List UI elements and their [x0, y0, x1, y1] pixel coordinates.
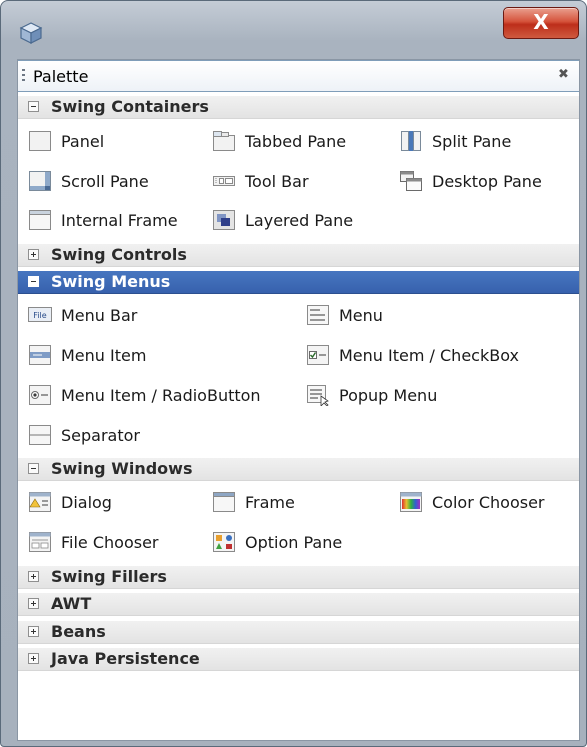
collapse-icon[interactable]	[28, 101, 39, 112]
desktop-pane-icon	[400, 171, 422, 191]
item-label: Option Pane	[245, 533, 343, 552]
menu-item-radio-icon	[29, 385, 51, 405]
item-label: Scroll Pane	[61, 172, 149, 191]
palette-panel: Palette ✖ Swing Containers Panel Tabbed …	[17, 59, 580, 741]
menu-icon	[307, 305, 329, 325]
item-label: Menu	[339, 306, 383, 325]
expand-icon[interactable]	[28, 598, 39, 609]
category-label: Swing Fillers	[51, 567, 167, 586]
drag-grip-icon[interactable]	[22, 69, 25, 83]
item-label: Desktop Pane	[432, 172, 542, 191]
category-label: AWT	[51, 594, 92, 613]
title-bar[interactable]: X	[1, 1, 586, 51]
category-swing-windows[interactable]: Swing Windows	[18, 458, 579, 481]
item-label: Color Chooser	[432, 493, 545, 512]
collapse-icon[interactable]	[28, 463, 39, 474]
item-label: Tool Bar	[245, 172, 309, 191]
popup-menu-icon	[307, 385, 329, 406]
category-label: Swing Windows	[51, 459, 193, 478]
tool-bar-icon	[213, 176, 235, 186]
category-swing-controls[interactable]: Swing Controls	[18, 244, 579, 267]
separator-icon	[29, 425, 51, 445]
item-label: Popup Menu	[339, 386, 438, 405]
item-label: Internal Frame	[61, 211, 178, 230]
item-label: Menu Item	[61, 346, 147, 365]
category-swing-menus[interactable]: Swing Menus	[18, 271, 579, 294]
scroll-pane-icon	[29, 171, 51, 191]
category-label: Swing Containers	[51, 97, 209, 116]
menu-item-icon	[29, 345, 51, 365]
category-label: Beans	[51, 622, 106, 641]
menu-item-checkbox-icon	[307, 345, 329, 365]
palette-window: X Palette ✖ Swing Containers Panel Tabbe…	[0, 0, 587, 747]
svg-text:File: File	[33, 311, 46, 320]
palette-header: Palette ✖	[18, 60, 579, 92]
item-label: Menu Item / CheckBox	[339, 346, 519, 365]
item-label: Dialog	[61, 493, 112, 512]
option-pane-icon	[213, 532, 235, 552]
layered-pane-icon	[213, 210, 235, 230]
item-label: Layered Pane	[245, 211, 354, 230]
category-label: Swing Controls	[51, 245, 187, 264]
category-awt[interactable]: AWT	[18, 593, 579, 616]
item-label: File Chooser	[61, 533, 159, 552]
category-label: Swing Menus	[51, 272, 171, 291]
item-label: Frame	[245, 493, 295, 512]
category-swing-containers[interactable]: Swing Containers	[18, 96, 579, 119]
item-label: Separator	[61, 426, 140, 445]
tabbed-pane-icon	[213, 131, 235, 151]
palette-title: Palette	[33, 67, 89, 86]
cube-icon	[19, 22, 43, 44]
category-java-persistence[interactable]: Java Persistence	[18, 648, 579, 671]
internal-frame-icon	[29, 210, 51, 230]
item-label: Tabbed Pane	[245, 132, 347, 151]
item-label: Panel	[61, 132, 105, 151]
category-swing-fillers[interactable]: Swing Fillers	[18, 566, 579, 589]
panel-icon	[29, 131, 51, 151]
dialog-icon	[29, 492, 51, 512]
category-label: Java Persistence	[51, 649, 200, 668]
expand-icon[interactable]	[28, 653, 39, 664]
expand-icon[interactable]	[28, 626, 39, 637]
color-chooser-icon	[400, 492, 422, 512]
expand-icon[interactable]	[28, 571, 39, 582]
palette-close-icon[interactable]: ✖	[558, 66, 572, 84]
file-chooser-icon	[29, 532, 51, 552]
split-pane-icon	[401, 131, 421, 151]
item-label: Split Pane	[432, 132, 512, 151]
category-beans[interactable]: Beans	[18, 621, 579, 644]
collapse-icon[interactable]	[28, 276, 39, 287]
item-label: Menu Item / RadioButton	[61, 386, 261, 405]
menu-bar-icon: File	[28, 307, 52, 322]
window-close-button[interactable]: X	[503, 7, 579, 39]
item-label: Menu Bar	[61, 306, 138, 325]
frame-icon	[213, 492, 235, 512]
expand-icon[interactable]	[28, 249, 39, 260]
